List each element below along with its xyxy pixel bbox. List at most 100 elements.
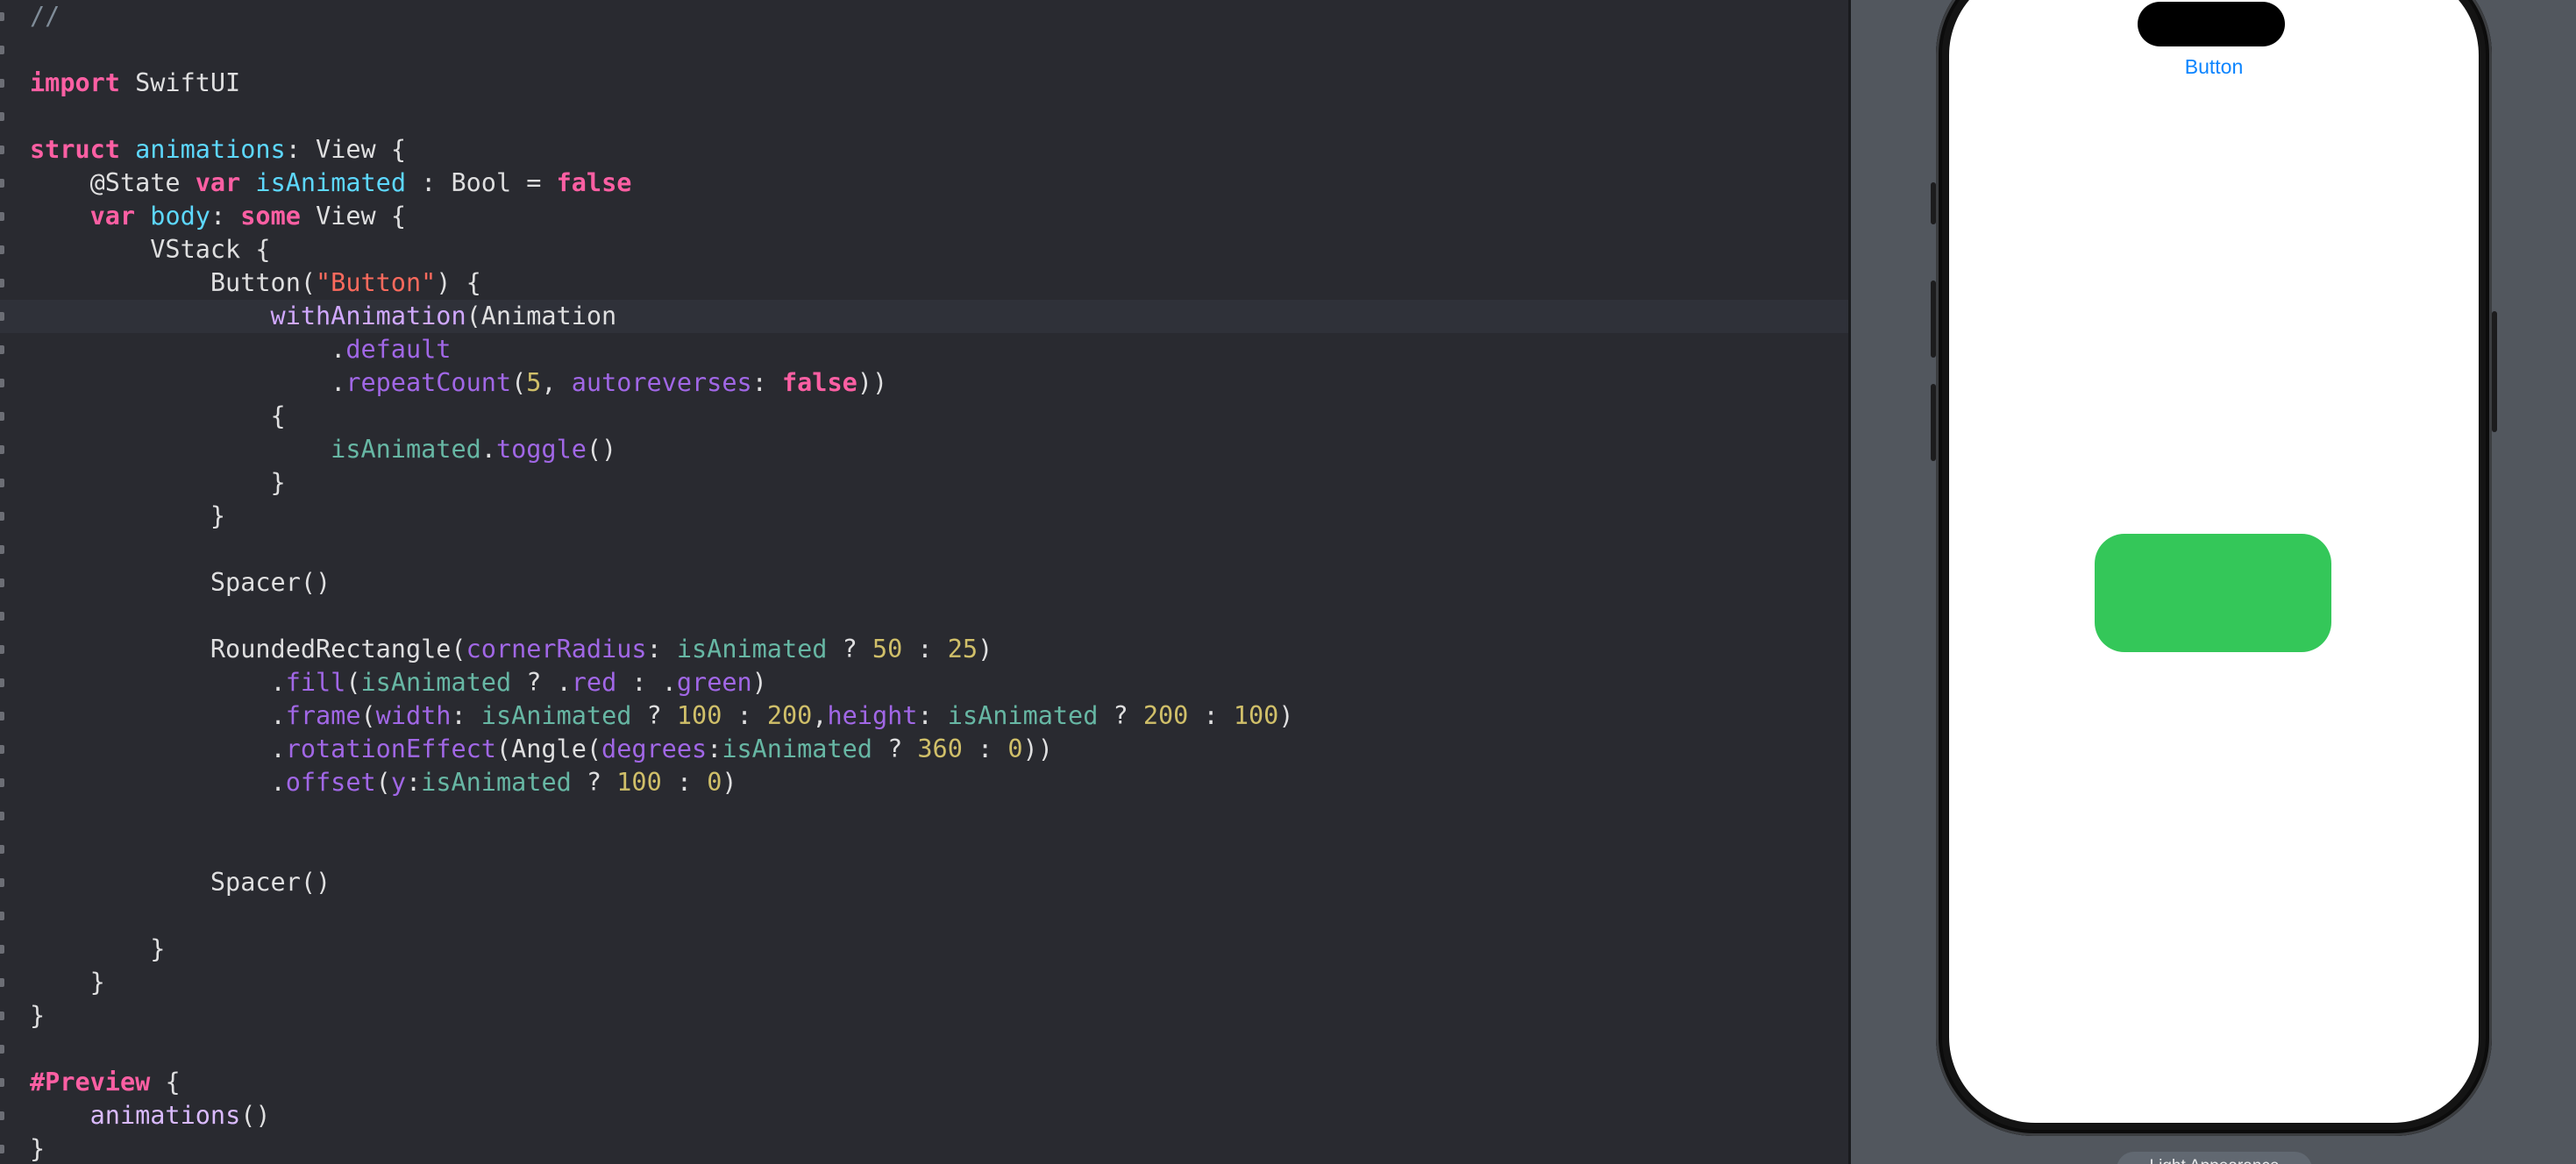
line-marker [0,945,4,954]
line-marker [0,412,4,421]
code-line[interactable] [0,533,1848,566]
code-line[interactable]: animations() [0,1099,1848,1132]
code-token: } [30,934,166,963]
code-token: green [676,668,752,697]
code-line[interactable]: { [0,400,1848,433]
code-line[interactable]: } [0,1132,1848,1164]
code-line[interactable] [0,899,1848,933]
line-marker [0,712,4,720]
code-token: isAnimated [722,735,872,763]
line-marker [0,212,4,221]
code-line[interactable]: } [0,500,1848,533]
code-line[interactable]: .repeatCount(5, autoreverses: false)) [0,366,1848,400]
code-token: isAnimated [676,635,828,664]
line-marker [0,146,4,154]
code-token: ( [345,668,361,697]
code-token: ) [722,768,737,797]
code-line[interactable]: withAnimation(Animation [0,300,1848,333]
code-token: 360 [917,735,963,763]
code-token: (Angle( [495,735,602,763]
code-line[interactable]: Spacer() [0,866,1848,899]
code-line[interactable]: var body: some View { [0,200,1848,233]
code-token: : [722,701,767,730]
code-token: isAnimated [360,668,512,697]
code-token: height [827,701,918,730]
code-editor[interactable]: // import SwiftUI struct animations: View … [0,0,1848,1164]
code-line[interactable]: VStack { [0,233,1848,266]
code-token: ( [511,368,527,397]
line-marker [0,878,4,887]
code-token: frame [285,701,361,730]
code-line[interactable]: import SwiftUI [0,67,1848,100]
code-token: } [30,468,286,497]
code-line[interactable] [0,100,1848,133]
line-marker [0,745,4,754]
code-token: #Preview [30,1068,151,1097]
code-token: : Bool = [406,168,557,197]
line-marker [0,79,4,88]
code-line[interactable] [0,799,1848,833]
code-line[interactable]: .offset(y:isAnimated ? 100 : 0) [0,766,1848,799]
line-marker [0,645,4,654]
code-token: offset [285,768,376,797]
code-line[interactable]: } [0,466,1848,500]
code-token: VStack { [30,235,271,264]
code-line[interactable] [0,600,1848,633]
iphone-frame: Button [1931,0,2497,1136]
simulator-screen: Button [1949,0,2479,1123]
code-token: ) [978,635,993,664]
appearance-toggle-button[interactable]: Light Appearance [2117,1152,2312,1164]
code-line[interactable]: } [0,966,1848,999]
code-line[interactable]: isAnimated.toggle() [0,433,1848,466]
code-line[interactable]: } [0,999,1848,1033]
code-line[interactable]: .default [0,333,1848,366]
code-line[interactable]: // [0,0,1848,33]
code-line[interactable]: @State var isAnimated : Bool = false [0,167,1848,200]
code-token: . [30,368,346,397]
code-token: import [30,68,120,97]
code-token: View { [300,202,407,231]
code-line[interactable] [0,833,1848,866]
code-line[interactable]: Spacer() [0,566,1848,600]
code-token: ( [360,701,376,730]
code-token: // [30,2,60,31]
code-token: repeatCount [345,368,512,397]
code-token: : [1188,701,1234,730]
code-line[interactable]: .frame(width: isAnimated ? 100 : 200,hei… [0,699,1848,733]
code-token: )) [1022,735,1053,763]
code-token: , [812,701,828,730]
line-marker [0,1045,4,1054]
line-marker [0,812,4,820]
line-marker [0,445,4,454]
line-marker [0,545,4,554]
code-token: 100 [616,768,662,797]
code-token: : [751,368,782,397]
code-line[interactable]: .rotationEffect(Angle(degrees:isAnimated… [0,733,1848,766]
code-line[interactable]: struct animations: View { [0,133,1848,167]
code-token: : [707,735,722,763]
preview-button[interactable]: Button [1949,55,2479,79]
code-line[interactable]: .fill(isAnimated ? .red : .green) [0,666,1848,699]
code-line[interactable]: RoundedRectangle(cornerRadius: isAnimate… [0,633,1848,666]
code-line[interactable] [0,33,1848,67]
code-token: withAnimation [270,302,466,330]
code-token: 100 [676,701,722,730]
line-marker [0,345,4,354]
code-line[interactable] [0,1033,1848,1066]
code-token: : View { [285,135,406,164]
code-line[interactable]: #Preview { [0,1066,1848,1099]
source-code[interactable]: // import SwiftUI struct animations: View … [0,0,1848,1164]
code-token: default [345,335,452,364]
code-token: 0 [1007,735,1023,763]
code-token: () [240,1101,271,1130]
code-line[interactable]: } [0,933,1848,966]
code-token: { [150,1068,181,1097]
code-line[interactable]: Button("Button") { [0,266,1848,300]
code-token: 5 [526,368,542,397]
code-token: 25 [947,635,978,664]
line-marker [0,479,4,487]
